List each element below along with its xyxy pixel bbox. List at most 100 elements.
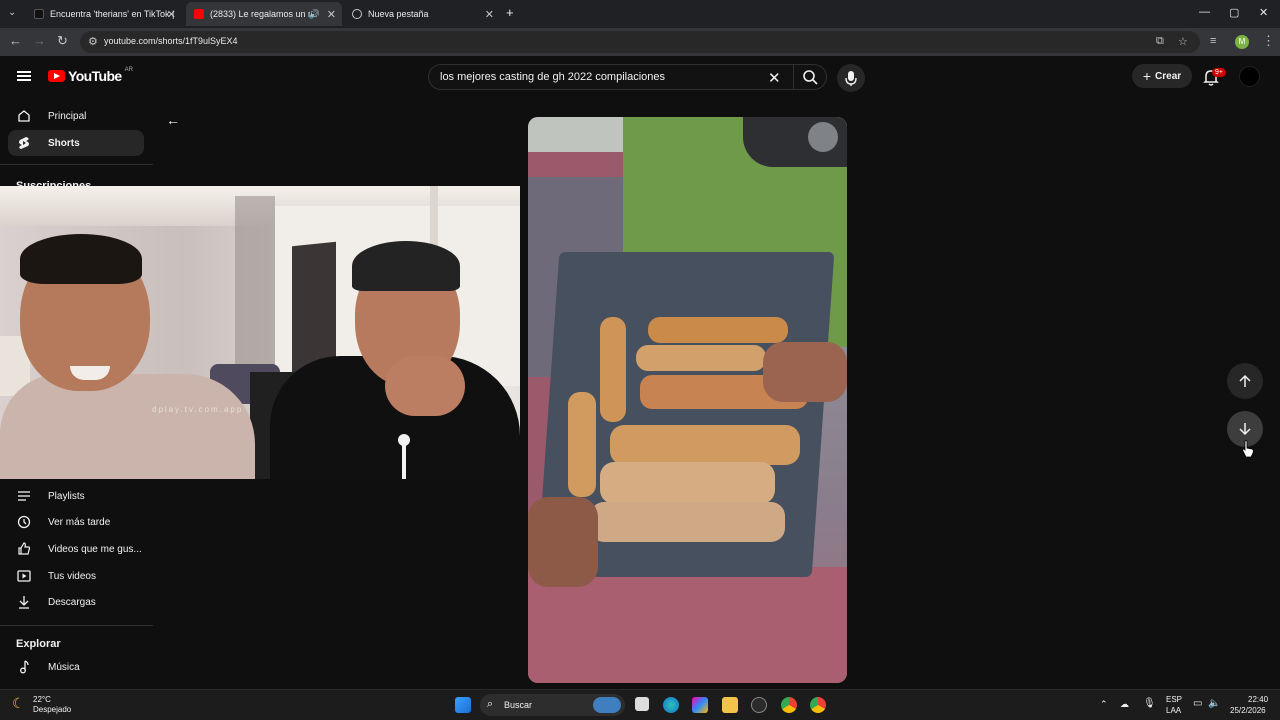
sidebar-item-playlists[interactable]: Playlists [8,483,144,509]
file-explorer-icon[interactable] [722,697,738,713]
youtube-play-icon [48,70,65,82]
speaker-icon[interactable]: 🔊 [309,9,320,20]
sidebar-divider [0,164,153,165]
youtube-logo[interactable]: YouTube AR [48,67,133,84]
tab-tiktok[interactable]: Encuentra 'therians' en TikTok | ✕ [26,2,182,26]
microphone-tray-icon[interactable]: 🎙 [1143,698,1156,709]
site-settings-icon[interactable]: ⚙ [88,35,98,48]
sidebar-item-downloads[interactable]: Descargas [8,589,144,615]
youtube-icon [194,9,204,19]
account-avatar[interactable] [1239,66,1260,87]
webcam-watermark: dplay.tv.com.app [152,405,244,414]
video-icon [17,570,31,582]
task-view-icon[interactable] [635,697,649,711]
sidebar-divider [0,625,153,626]
weather-desc[interactable]: Despejado [33,705,71,714]
chrome-profile-icon[interactable] [810,697,826,713]
sidebar-item-music[interactable]: Música [8,654,144,680]
notification-badge: 9+ [1212,68,1226,77]
globe-icon [352,9,362,19]
sidebar-item-label: Ver más tarde [48,516,111,528]
back-arrow-icon[interactable]: ← [166,112,180,128]
clock-date[interactable]: 25/2/2026 [1230,706,1266,715]
clear-search-icon[interactable]: ✕ [768,69,781,87]
search-highlight-icon [593,697,621,713]
region-code: AR [124,67,133,73]
taskbar-search-label: Buscar [504,700,533,710]
restore-icon[interactable]: ▢ [1229,6,1239,19]
url-text[interactable]: youtube.com/shorts/1fT9ulSyEX4 [104,36,238,46]
clock-time[interactable]: 22:40 [1248,695,1268,704]
windows-start-icon[interactable] [455,697,471,713]
tab-title: Encuentra 'therians' en TikTok | [49,9,174,19]
microphone-icon [845,71,857,86]
tab-new[interactable]: Nueva pestaña ✕ [344,2,500,26]
search-input[interactable]: los mejores casting de gh 2022 compilaci… [428,64,827,90]
browser-tab-strip: ⌄ Encuentra 'therians' en TikTok | ✕ (28… [0,0,1280,28]
close-window-icon[interactable]: ✕ [1259,6,1268,19]
close-tab-icon[interactable]: ✕ [167,8,176,21]
volume-icon[interactable]: 🔈 [1208,698,1220,709]
search-icon [803,70,818,85]
tab-search-chevron-icon[interactable]: ⌄ [8,6,16,20]
windows-taskbar: ☾ 22°C Despejado ⌕ Buscar ⌃ ☁ 🎙 ESP LAA … [0,689,1280,720]
tray-chevron-icon[interactable]: ⌃ [1100,699,1108,710]
sidebar-item-label: Descargas [48,596,96,608]
sidebar-item-label: Música [48,661,80,673]
sidebar-item-watch-later[interactable]: Ver más tarde [8,509,144,535]
edge-browser-icon[interactable] [663,697,679,713]
menu-icon[interactable] [17,71,31,81]
mouse-cursor-icon [1242,440,1254,458]
bookmark-star-icon[interactable]: ☆ [1178,35,1188,48]
explore-heading: Explorar [16,638,61,650]
profile-avatar[interactable]: M [1235,35,1249,49]
cloud-icon[interactable]: ☁ [1120,699,1129,710]
close-tab-icon[interactable]: ✕ [327,8,336,21]
sidebar-item-label: Principal [48,110,87,122]
forward-icon[interactable]: → [33,34,46,48]
copilot-icon[interactable] [692,697,708,713]
music-icon [20,660,29,674]
chrome-icon[interactable] [781,697,797,713]
search-button[interactable] [793,65,827,89]
language-code[interactable]: ESP [1166,695,1182,704]
network-icon[interactable]: ▭ [1193,698,1202,709]
sidebar-item-label: Tus videos [48,570,96,582]
youtube-header: YouTube AR los mejores casting de gh 202… [0,56,1280,96]
address-bar[interactable]: ⚙ youtube.com/shorts/1fT9ulSyEX4 ⧉ ☆ [80,31,1200,53]
sidebar-item-label: Playlists [48,490,85,502]
tab-title: Nueva pestaña [368,9,429,19]
playlist-icon [18,491,30,501]
minimize-icon[interactable]: — [1199,6,1210,18]
create-button[interactable]: + Crear [1132,64,1192,88]
reload-icon[interactable]: ↻ [57,34,68,48]
sidebar-item-principal[interactable]: Principal [8,103,144,129]
sidebar-item-shorts[interactable]: Shorts [8,130,144,156]
download-icon [19,596,29,609]
new-tab-button[interactable]: + [506,5,514,20]
search-query[interactable]: los mejores casting de gh 2022 compilaci… [440,71,665,83]
thumbs-up-icon [18,542,31,555]
weather-temp[interactable]: 22°C [33,695,51,704]
plus-icon: + [1142,68,1152,84]
taskbar-search[interactable]: ⌕ Buscar [480,694,625,716]
voice-search-button[interactable] [837,64,865,92]
arrow-up-icon [1239,374,1251,387]
media-control-icon[interactable]: ≡ [1210,34,1216,48]
keyboard-layout[interactable]: LAA [1166,706,1181,715]
tab-youtube[interactable]: (2833) Le regalamos un mil 🔊 ✕ [186,2,342,26]
sidebar-item-your-videos[interactable]: Tus videos [8,563,144,589]
arrow-down-icon [1239,423,1251,436]
short-video-player[interactable] [528,117,847,683]
back-icon[interactable]: ← [9,34,22,48]
previous-short-button[interactable] [1227,363,1263,399]
install-app-icon[interactable]: ⧉ [1156,35,1164,48]
webcam-overlay: dplay.tv.com.app [0,186,520,479]
browser-toolbar: ← → ↻ ⚙ youtube.com/shorts/1fT9ulSyEX4 ⧉… [0,28,1280,56]
sidebar-item-label: Shorts [48,137,80,149]
app-icon[interactable] [751,697,767,713]
sidebar-item-liked-videos[interactable]: Videos que me gus... [8,536,144,562]
close-tab-icon[interactable]: ✕ [485,8,494,21]
clock-icon [17,515,31,529]
browser-menu-icon[interactable]: ⋮ [1262,34,1275,48]
